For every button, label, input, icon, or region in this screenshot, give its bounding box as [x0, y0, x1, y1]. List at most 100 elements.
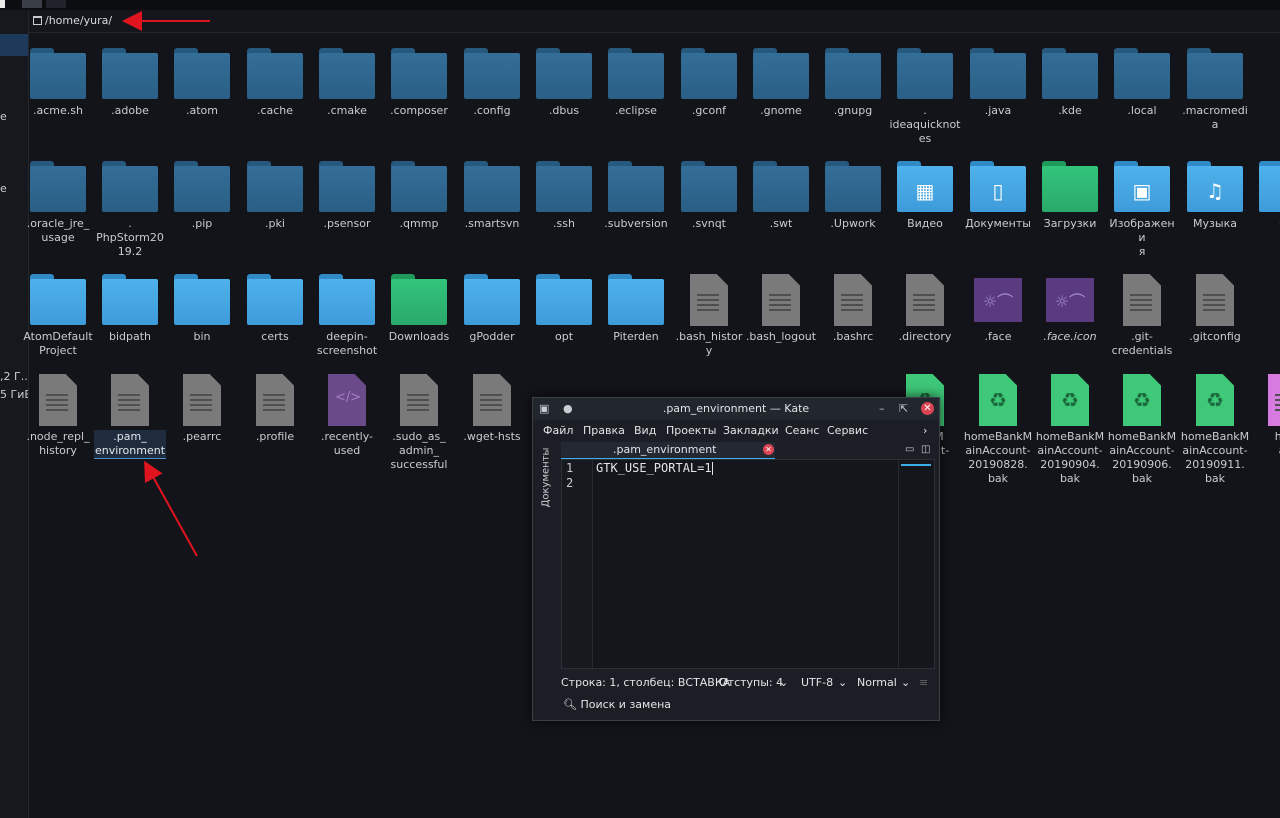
folder-item[interactable]: .acme.sh [22, 38, 94, 118]
kate-window[interactable]: ▣ ● .pam_environment — Kate – ⇱ ✕ Файл П… [532, 397, 940, 721]
file-item[interactable]: .pearrc [166, 364, 238, 444]
indent-setting[interactable]: Отступы: 4 [719, 676, 783, 689]
file-item[interactable]: .profile [239, 364, 311, 444]
split-view-icon[interactable]: ◫ [921, 444, 930, 455]
toolbar-button[interactable] [46, 0, 66, 8]
folder-item[interactable]: ▣ Изображени я [1106, 151, 1178, 259]
folder-item[interactable]: Об [1251, 151, 1280, 231]
minimap[interactable] [898, 460, 935, 668]
folder-item[interactable]: .ssh [528, 151, 600, 231]
backup-file-item[interactable]: ♻ homeBankM ainAccount- 20190906. bak [1106, 364, 1178, 486]
menu-session[interactable]: Сеанс [785, 424, 819, 437]
folder-item[interactable]: . ideaquicknot es [889, 38, 961, 146]
folder-item[interactable]: Piterden [600, 264, 672, 344]
folder-item[interactable]: .svnqt [673, 151, 745, 231]
folder-item[interactable]: .atom [166, 38, 238, 118]
text-editor[interactable]: 1 2 GTK_USE_PORTAL=1 [561, 459, 935, 669]
menu-tools[interactable]: Сервис [827, 424, 868, 437]
folder-item[interactable]: .macromedia [1179, 38, 1251, 132]
menu-file[interactable]: Файл [543, 424, 573, 437]
folder-item[interactable]: .config [456, 38, 528, 118]
folder-item[interactable]: .cmake [311, 38, 383, 118]
search-replace-button[interactable]: 🔍︎ Поиск и замена [563, 698, 671, 711]
sidebar-item-fragment[interactable]: e [0, 110, 7, 123]
cursor-position[interactable]: Строка: 1, столбец: ВСТАВКА [561, 676, 730, 689]
maximize-icon[interactable]: ⇱ [899, 402, 908, 416]
file-item[interactable]: </> .recently- used [311, 364, 383, 458]
new-doc-icon[interactable]: ▭ [905, 444, 914, 455]
file-item-selected[interactable]: .pam_ environment [94, 364, 166, 459]
kate-titlebar[interactable]: ▣ ● .pam_environment — Kate – ⇱ ✕ [533, 398, 939, 420]
menu-view[interactable]: Вид [634, 424, 656, 437]
folder-item[interactable]: .pip [166, 151, 238, 231]
location-bar[interactable]: /home/yura/ [29, 10, 1280, 33]
documents-panel-tab[interactable]: Документы [537, 442, 555, 516]
file-item[interactable]: .node_repl_ history [22, 364, 94, 458]
folder-item[interactable]: .eclipse [600, 38, 672, 118]
file-item[interactable]: ☼⌒ .face.icon [1034, 264, 1106, 344]
chevron-down-icon[interactable]: ⌄ [838, 676, 847, 689]
folder-item[interactable]: .java [962, 38, 1034, 118]
folder-item[interactable]: .psensor [311, 151, 383, 231]
folder-item[interactable]: .gnome [745, 38, 817, 118]
backup-file-item[interactable]: ♻ homeBankM ainAccount- 20190911. bak [1179, 364, 1251, 486]
menu-bookmarks[interactable]: Закладки [723, 424, 779, 437]
close-icon[interactable]: ✕ [921, 402, 934, 415]
folder-item[interactable]: .Upwork [817, 151, 889, 231]
folder-item[interactable]: gPodder [456, 264, 528, 344]
sidebar-item-fragment[interactable]: e [0, 182, 7, 195]
code-line[interactable]: GTK_USE_PORTAL=1 [596, 461, 713, 475]
encoding-setting[interactable]: UTF-8 [801, 676, 833, 689]
folder-item[interactable]: . PhpStorm20 19.2 [94, 151, 166, 259]
menu-projects[interactable]: Проекты [666, 424, 717, 437]
chevron-down-icon[interactable]: ⌄ [901, 676, 910, 689]
minimap-viewport[interactable] [901, 464, 931, 466]
menu-edit[interactable]: Правка [583, 424, 625, 437]
folder-item[interactable]: .qmmp [383, 151, 455, 231]
backup-file-item[interactable]: ♻ homeBankM ainAccount- 20190904. bak [1034, 364, 1106, 486]
chevron-right-icon[interactable]: › [923, 424, 927, 437]
folder-item[interactable]: ♫ Музыка [1179, 151, 1251, 231]
file-item[interactable]: .directory [889, 264, 961, 344]
file-item[interactable]: .bash_history [673, 264, 745, 358]
folder-item[interactable]: .pki [239, 151, 311, 231]
folder-item[interactable]: Загрузки [1034, 151, 1106, 231]
minimize-icon[interactable]: – [879, 402, 885, 416]
folder-item[interactable]: bin [166, 264, 238, 344]
folder-item[interactable]: .kde [1034, 38, 1106, 118]
backup-file-item[interactable]: ♻ homeBankM ainAccount- 20190828. bak [962, 364, 1034, 486]
folder-item[interactable]: .oracle_jre_ usage [22, 151, 94, 245]
file-item[interactable]: ☼⌒ .face [962, 264, 1034, 344]
location-path[interactable]: /home/yura/ [45, 14, 112, 27]
menu-icon[interactable]: ≡ [919, 676, 928, 689]
file-item[interactable]: .sudo_as_ admin_ successful [383, 364, 455, 472]
folder-item[interactable]: .smartsvn [456, 151, 528, 231]
folder-item[interactable]: .cache [239, 38, 311, 118]
folder-item[interactable]: .composer [383, 38, 455, 118]
folder-item[interactable]: .swt [745, 151, 817, 231]
folder-item[interactable]: .adobe [94, 38, 166, 118]
folder-item[interactable]: .gnupg [817, 38, 889, 118]
folder-item[interactable]: .local [1106, 38, 1178, 118]
file-item[interactable]: .git- credentials [1106, 264, 1178, 358]
mode-setting[interactable]: Normal [857, 676, 897, 689]
folder-item[interactable]: ▯ Документы [962, 151, 1034, 231]
file-item[interactable]: .gitconfig [1179, 264, 1251, 344]
folder-item[interactable]: .dbus [528, 38, 600, 118]
folder-item[interactable]: Downloads [383, 264, 455, 344]
chevron-down-icon[interactable]: ⌄ [779, 676, 788, 689]
file-item[interactable]: .wget-hsts [456, 364, 528, 444]
toolbar-button[interactable] [22, 0, 42, 8]
folder-item[interactable]: certs [239, 264, 311, 344]
backup-file-item[interactable]: hom ain [1251, 364, 1280, 458]
file-item[interactable]: .bashrc [817, 264, 889, 344]
close-tab-icon[interactable]: ✕ [763, 444, 774, 455]
folder-item[interactable]: ▦ Видео [889, 151, 961, 231]
folder-item[interactable]: opt [528, 264, 600, 344]
folder-item[interactable]: bidpath [94, 264, 166, 344]
folder-item[interactable]: .gconf [673, 38, 745, 118]
folder-item[interactable]: .subversion [600, 151, 672, 231]
folder-item[interactable]: deepin- screenshot [311, 264, 383, 358]
folder-item[interactable]: AtomDefault Project [22, 264, 94, 358]
file-item[interactable]: .bash_logout [745, 264, 817, 344]
